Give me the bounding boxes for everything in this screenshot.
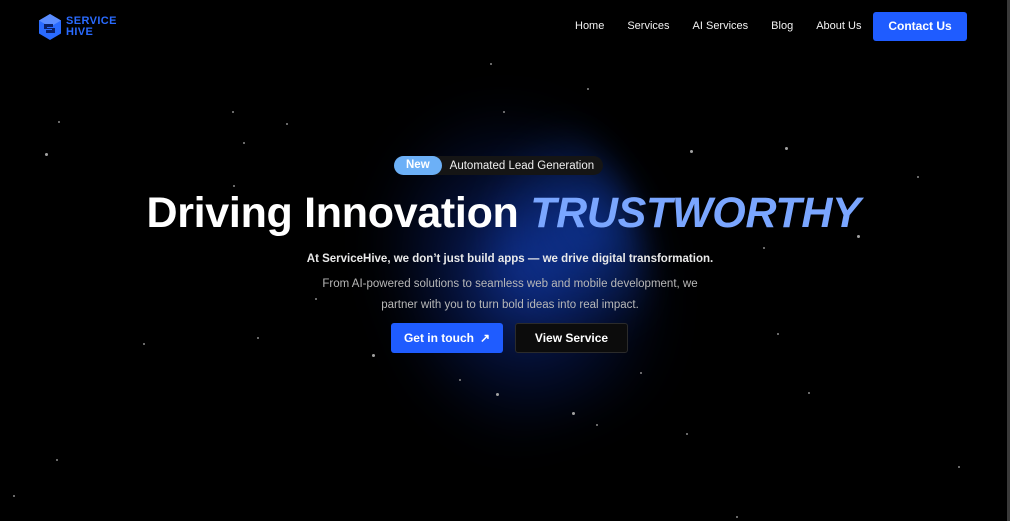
star [572,412,575,415]
hero-subtitle: From AI-powered solutions to seamless we… [0,274,1010,316]
star [257,337,259,339]
nav-ai-services[interactable]: AI Services [693,20,749,32]
star [686,433,688,435]
star [690,150,693,153]
star [45,153,48,156]
arrow-up-right-icon: ↗ [479,331,491,345]
star [917,176,919,178]
star [958,466,960,468]
star [777,333,779,335]
star [785,147,788,150]
star [808,392,810,394]
star [13,495,15,497]
star [143,343,145,345]
nav-blog[interactable]: Blog [771,20,793,32]
star [596,424,598,426]
hero-headline: Driving Innovation TRUSTWORTHY [0,188,1007,238]
announcement-text: Automated Lead Generation [449,159,595,172]
star [56,459,58,461]
nav-home[interactable]: Home [575,20,604,32]
view-service-button[interactable]: View Service [515,323,628,353]
site-header: SERVICE HIVE Home Services AI Services B… [0,0,1007,52]
star [496,393,499,396]
star [640,372,642,374]
star [763,247,765,249]
star [233,185,235,187]
get-in-touch-button[interactable]: Get in touch ↗ [391,323,503,353]
announcement-pill[interactable]: New Automated Lead Generation [394,156,604,175]
star [459,379,461,381]
nav-services[interactable]: Services [627,20,669,32]
hero-subtitle-bold: At ServiceHive, we don’t just build apps… [306,253,714,265]
page: SERVICE HIVE Home Services AI Services B… [0,0,1010,521]
nav-about-us[interactable]: About Us [816,20,861,32]
hero-subtitle-line-2: partner with you to turn bold ideas into… [381,299,639,311]
headline-accent: TRUSTWORTHY [530,189,861,237]
star [243,142,245,144]
brand-line-2: HIVE [66,26,94,38]
brand-wordmark: SERVICE HIVE [66,16,117,38]
headline-main: Driving Innovation [146,189,519,237]
contact-us-button[interactable]: Contact Us [873,12,967,41]
star [490,63,492,65]
hero-subtitle-line-1: From AI-powered solutions to seamless we… [322,278,698,290]
star [286,123,288,125]
get-in-touch-label: Get in touch [403,331,474,345]
star [232,111,234,113]
star [587,88,589,90]
hive-logo-icon [38,13,62,41]
star [503,111,505,113]
brand-logo[interactable]: SERVICE HIVE [38,12,117,42]
new-badge: New [394,156,442,175]
main-nav: Home Services AI Services Blog About Us [575,20,861,32]
star [736,516,738,518]
star [372,354,375,357]
star [58,121,60,123]
